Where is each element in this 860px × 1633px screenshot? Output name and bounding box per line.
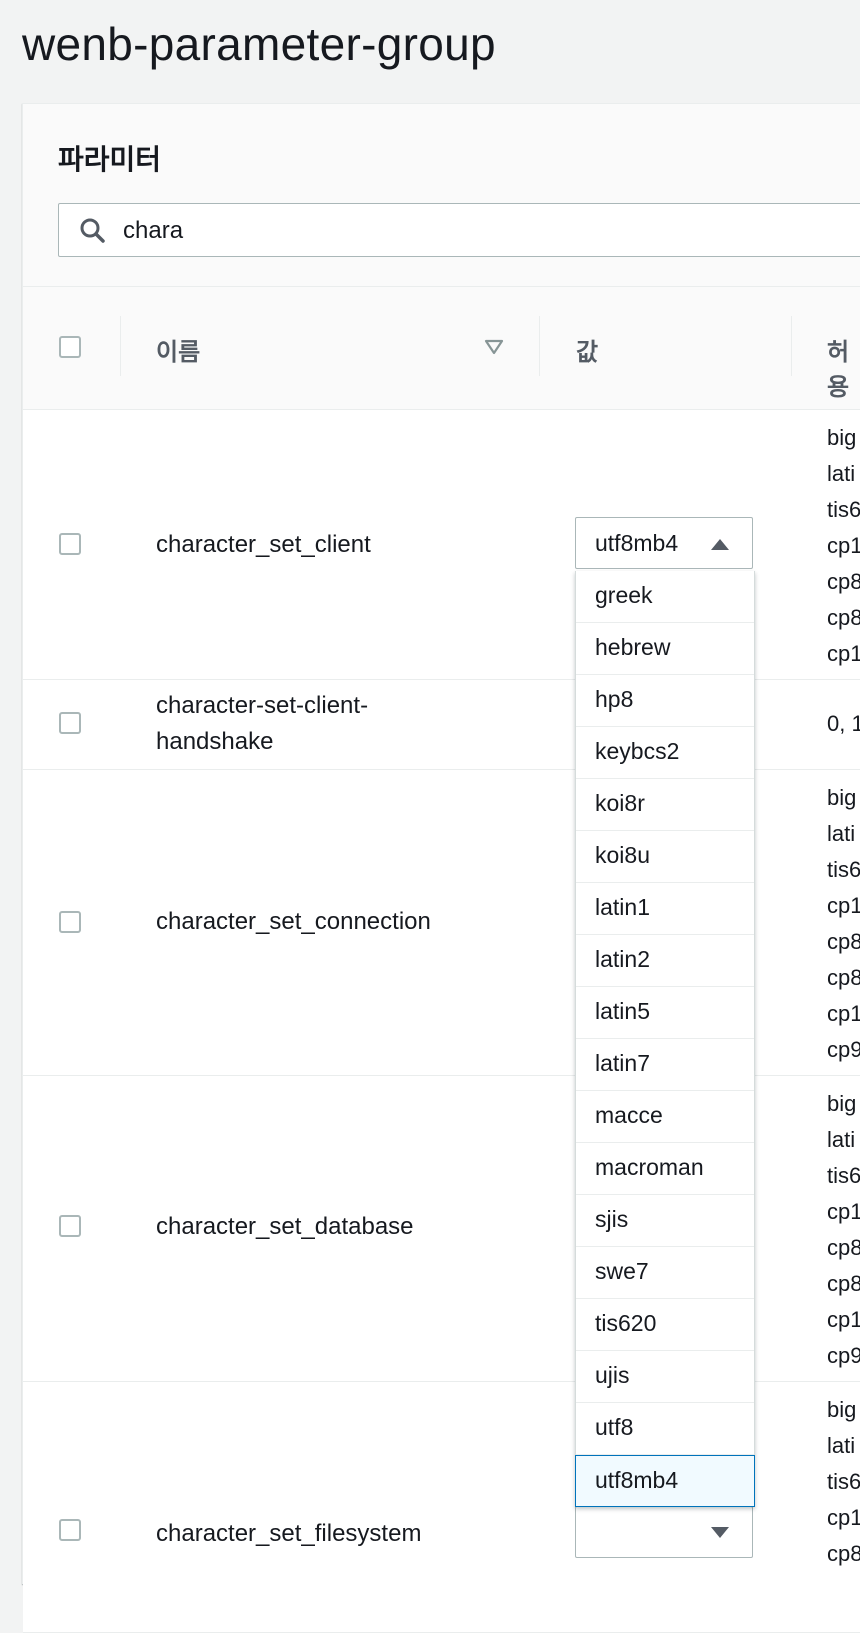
value-select[interactable]: utf8mb4: [575, 517, 753, 569]
parameters-panel: 파라미터 이름 값 허용 character_set_client utf8mb…: [22, 103, 860, 1633]
allowed-values: big lati tis6 cp1 cp8 cp8 cp1 cp9: [827, 785, 860, 1062]
section-title: 파라미터: [58, 144, 162, 175]
dropdown-option[interactable]: keybcs2: [576, 727, 754, 779]
dropdown-option[interactable]: swe7: [576, 1247, 754, 1299]
column-header-value[interactable]: 값: [576, 332, 598, 367]
allowed-values: big lati tis6 cp1 cp8 cp8 cp1 cp9: [827, 1091, 860, 1368]
select-value: utf8mb4: [595, 530, 679, 556]
dropdown-option[interactable]: latin7: [576, 1039, 754, 1091]
caret-up-icon: [711, 539, 729, 550]
row-checkbox[interactable]: [59, 712, 81, 734]
column-divider: [120, 316, 121, 376]
search-input[interactable]: [121, 214, 825, 248]
row-checkbox[interactable]: [59, 533, 81, 555]
allowed-values: big lati tis6 cp1 cp8: [827, 1397, 860, 1566]
dropdown-option[interactable]: utf8: [576, 1403, 754, 1455]
sort-down-icon[interactable]: [484, 339, 504, 355]
parameter-name: character_set_client: [156, 531, 371, 558]
dropdown-option[interactable]: ujis: [576, 1351, 754, 1403]
parameter-name: character_set_filesystem: [156, 1520, 422, 1547]
allowed-values: 0, 1: [827, 711, 860, 736]
value-dropdown-list: greek hebrew hp8 keybcs2 koi8r koi8u lat…: [575, 571, 755, 1507]
column-header-name[interactable]: 이름: [156, 332, 200, 367]
dropdown-option[interactable]: macroman: [576, 1143, 754, 1195]
row-checkbox[interactable]: [59, 1215, 81, 1237]
dropdown-option-selected[interactable]: utf8mb4: [575, 1455, 755, 1507]
caret-down-icon: [711, 1527, 729, 1538]
dropdown-option[interactable]: hp8: [576, 675, 754, 727]
value-select[interactable]: [575, 1506, 753, 1558]
column-divider: [791, 316, 792, 376]
column-header-allowed[interactable]: 허용: [827, 332, 860, 402]
select-all-checkbox[interactable]: [59, 336, 81, 358]
row-checkbox[interactable]: [59, 911, 81, 933]
dropdown-option[interactable]: koi8r: [576, 779, 754, 831]
parameter-name: character-set-client- handshake: [156, 692, 369, 755]
panel-header: 파라미터: [23, 104, 860, 287]
parameter-name: character_set_connection: [156, 908, 431, 935]
parameter-name: character_set_database: [156, 1213, 414, 1240]
dropdown-option[interactable]: tis620: [576, 1299, 754, 1351]
column-divider: [539, 316, 540, 376]
dropdown-option[interactable]: koi8u: [576, 831, 754, 883]
search-box[interactable]: [58, 203, 860, 257]
table-header: 이름 값 허용: [23, 287, 860, 410]
page-title: wenb-parameter-group: [22, 18, 496, 70]
allowed-values: big lati tis6 cp1 cp8 cp8 cp1: [827, 425, 860, 666]
dropdown-option[interactable]: latin1: [576, 883, 754, 935]
search-icon: [80, 218, 105, 243]
row-checkbox[interactable]: [59, 1519, 81, 1541]
dropdown-option[interactable]: sjis: [576, 1195, 754, 1247]
dropdown-option[interactable]: macce: [576, 1091, 754, 1143]
dropdown-option[interactable]: latin2: [576, 935, 754, 987]
dropdown-option[interactable]: greek: [576, 571, 754, 623]
dropdown-option[interactable]: latin5: [576, 987, 754, 1039]
dropdown-option[interactable]: hebrew: [576, 623, 754, 675]
